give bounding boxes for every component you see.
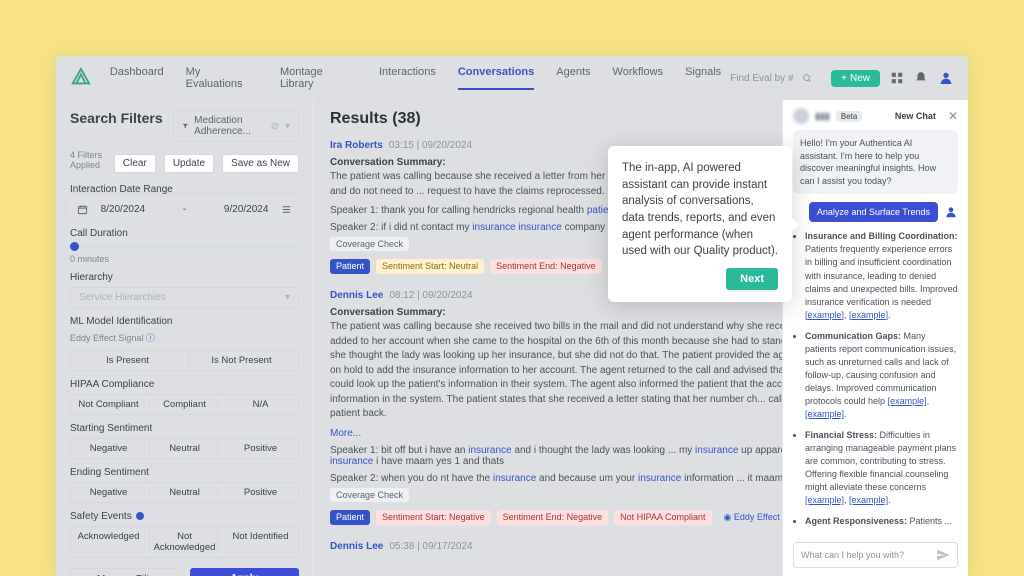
calendar-icon — [77, 204, 88, 215]
filters-title: Search Filters — [70, 110, 163, 126]
nav-agents[interactable]: Agents — [556, 66, 590, 90]
main-nav: Dashboard My Evaluations Montage Library… — [110, 66, 721, 90]
filters-applied-count: 4 Filters Applied — [70, 150, 106, 170]
update-button[interactable]: Update — [164, 154, 214, 173]
duration-label: Call Duration — [70, 228, 299, 239]
ml-label: ML Model Identification — [70, 316, 299, 327]
sentiment-start-tag: Sentiment Start: Neutral — [376, 259, 484, 274]
list-icon[interactable] — [281, 204, 292, 215]
clear-button[interactable]: Clear — [114, 154, 156, 173]
bell-icon[interactable] — [914, 71, 928, 85]
safety-label: Safety Events — [70, 511, 299, 522]
hipaa-segment[interactable]: Not CompliantCompliantN/A — [70, 394, 299, 415]
nav-signals[interactable]: Signals — [685, 66, 721, 90]
next-button[interactable]: Next — [726, 268, 778, 290]
search-input[interactable]: Find Eval by # — [721, 69, 821, 88]
filter-icon — [182, 121, 189, 131]
analyze-trends-button[interactable]: Analyze and Surface Trends — [809, 202, 938, 222]
nav-my-evaluations[interactable]: My Evaluations — [186, 66, 258, 90]
hipaa-label: HIPAA Compliance — [70, 379, 299, 390]
sentiment-end-tag: Sentiment End: Negative — [490, 259, 602, 274]
end-sentiment-label: Ending Sentiment — [70, 467, 299, 478]
apply-button[interactable]: Apply — [190, 568, 300, 576]
ai-chat-input[interactable]: What can I help you with? — [793, 542, 958, 568]
nav-montage-library[interactable]: Montage Library — [280, 66, 357, 90]
user-icon[interactable] — [938, 70, 954, 86]
hierarchy-label: Hierarchy — [70, 272, 299, 283]
start-sentiment-segment[interactable]: NegativeNeutralPositive — [70, 438, 299, 459]
ai-avatar — [793, 108, 809, 124]
date-range-label: Interaction Date Range — [70, 184, 299, 195]
eddy-signal-label: Eddy Effect Signal — [70, 333, 143, 343]
send-icon[interactable] — [936, 548, 950, 562]
topic-chip[interactable]: Coverage Check — [330, 237, 409, 251]
nav-interactions[interactable]: Interactions — [379, 66, 436, 90]
new-chat-button[interactable]: New Chat — [895, 111, 936, 121]
close-icon[interactable]: ✕ — [948, 109, 958, 123]
nav-workflows[interactable]: Workflows — [613, 66, 664, 90]
start-sentiment-label: Starting Sentiment — [70, 423, 299, 434]
nav-dashboard[interactable]: Dashboard — [110, 66, 164, 90]
duration-slider[interactable] — [70, 245, 299, 248]
save-as-new-button[interactable]: Save as New — [222, 154, 299, 173]
ai-assistant-panel: ▮▮▮ Beta New Chat ✕ Hello! I'm your Auth… — [782, 100, 968, 576]
new-button[interactable]: + New — [831, 70, 880, 87]
grid-icon[interactable] — [890, 71, 904, 85]
date-range-input[interactable]: 8/20/2024-9/20/2024 — [70, 199, 299, 220]
topic-chip[interactable]: Coverage Check — [330, 488, 409, 502]
ai-insights-list: Insurance and Billing Coordination: Pati… — [793, 230, 958, 528]
nav-conversations[interactable]: Conversations — [458, 66, 534, 90]
patient-tag: Patient — [330, 259, 370, 274]
end-sentiment-segment[interactable]: NegativeNeutralPositive — [70, 482, 299, 503]
saved-filter-dropdown[interactable]: Medication Adherence... ⊘ ▾ — [173, 110, 299, 142]
manage-filters-button[interactable]: + Manage Filters — [70, 568, 182, 576]
onboarding-tooltip: The in-app, AI powered assistant can pro… — [608, 146, 792, 302]
search-filters-panel: Search Filters Medication Adherence... ⊘… — [56, 100, 314, 576]
eddy-segment[interactable]: Is PresentIs Not Present — [70, 350, 299, 371]
safety-segment[interactable]: AcknowledgedNot AcknowledgedNot Identifi… — [70, 526, 299, 558]
user-bubble-icon — [944, 205, 958, 219]
app-logo — [70, 67, 92, 89]
beta-badge: Beta — [836, 111, 862, 122]
duration-min: 0 minutes — [70, 254, 299, 264]
hierarchy-select[interactable]: Service Hierarchies▾ — [70, 287, 299, 308]
ai-greeting: Hello! I'm your Authentica AI assistant.… — [793, 130, 958, 194]
